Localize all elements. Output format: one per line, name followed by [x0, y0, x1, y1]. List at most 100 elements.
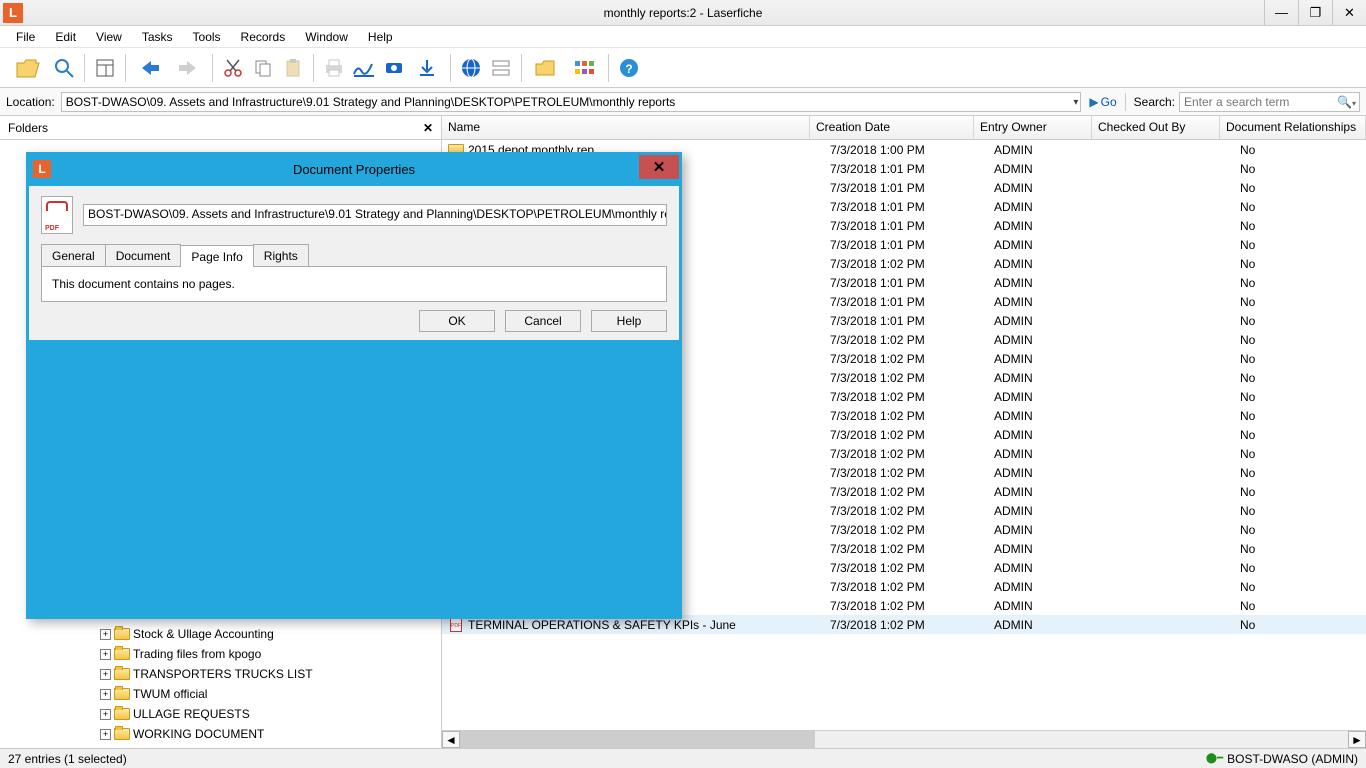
menu-view[interactable]: View: [86, 27, 132, 47]
cell-relationships: No: [1240, 485, 1366, 499]
cell-creation-date: 7/3/2018 1:01 PM: [830, 200, 994, 214]
cell-creation-date: 7/3/2018 1:00 PM: [830, 143, 994, 157]
print-button[interactable]: [320, 53, 348, 83]
minimize-button[interactable]: —: [1264, 0, 1298, 25]
menu-help[interactable]: Help: [358, 27, 403, 47]
expand-icon[interactable]: +: [100, 709, 111, 720]
paste-button[interactable]: [279, 53, 307, 83]
sidebar-item[interactable]: +WORKING DOCUMENT: [100, 724, 441, 744]
dialog-close-button[interactable]: ✕: [639, 155, 679, 179]
cut-button[interactable]: [219, 53, 247, 83]
location-path-input[interactable]: BOST-DWASO\09. Assets and Infrastructure…: [61, 92, 1082, 112]
details-pane-button[interactable]: [91, 53, 119, 83]
menu-records[interactable]: Records: [231, 27, 296, 47]
cancel-button[interactable]: Cancel: [505, 310, 581, 332]
search-icon[interactable]: 🔍▾: [1337, 95, 1356, 109]
search-input[interactable]: [1179, 92, 1360, 112]
cell-creation-date: 7/3/2018 1:01 PM: [830, 276, 994, 290]
dialog-tabs: GeneralDocumentPage InfoRights: [41, 244, 667, 267]
scan-button[interactable]: [380, 53, 408, 83]
column-creation-date[interactable]: Creation Date: [810, 116, 974, 139]
new-folder-button[interactable]: [528, 53, 564, 83]
sidebar-item[interactable]: +Stock & Ullage Accounting: [100, 624, 441, 644]
cell-relationships: No: [1240, 523, 1366, 537]
status-server: ⬤━ BOST-DWASO (ADMIN): [1206, 752, 1358, 766]
help-button[interactable]: ?: [615, 53, 643, 83]
open-folder-button[interactable]: [8, 53, 48, 83]
cell-creation-date: 7/3/2018 1:01 PM: [830, 238, 994, 252]
sidebar-item[interactable]: + ULLAGE REQUESTS: [100, 704, 441, 724]
cell-owner: ADMIN: [994, 143, 1112, 157]
folder-icon: [114, 668, 130, 680]
cell-owner: ADMIN: [994, 238, 1112, 252]
menu-edit[interactable]: Edit: [45, 27, 86, 47]
expand-icon[interactable]: +: [100, 689, 111, 700]
cell-creation-date: 7/3/2018 1:02 PM: [830, 485, 994, 499]
import-button[interactable]: [410, 53, 444, 83]
copy-button[interactable]: [249, 53, 277, 83]
close-folders-pane-button[interactable]: ✕: [423, 121, 433, 135]
forward-button[interactable]: [170, 53, 206, 83]
expand-icon[interactable]: +: [100, 649, 111, 660]
cell-owner: ADMIN: [994, 466, 1112, 480]
tab-page-info[interactable]: Page Info: [180, 245, 253, 267]
cell-creation-date: 7/3/2018 1:01 PM: [830, 162, 994, 176]
go-button[interactable]: ▶Go: [1089, 95, 1116, 109]
global-button[interactable]: [457, 53, 485, 83]
close-button[interactable]: ✕: [1332, 0, 1366, 25]
column-entry-owner[interactable]: Entry Owner: [974, 116, 1092, 139]
column-name[interactable]: Name: [442, 116, 810, 139]
folder-label: ULLAGE REQUESTS: [133, 707, 250, 721]
cell-owner: ADMIN: [994, 314, 1112, 328]
scroll-left-button[interactable]: ◄: [442, 731, 460, 748]
scroll-right-button[interactable]: ►: [1348, 731, 1366, 748]
cell-creation-date: 7/3/2018 1:01 PM: [830, 295, 994, 309]
back-button[interactable]: [132, 53, 168, 83]
menu-file[interactable]: File: [6, 27, 45, 47]
toolbar: ?: [0, 48, 1366, 88]
cell-owner: ADMIN: [994, 618, 1112, 632]
folder-icon: [114, 728, 130, 740]
scrollbar-thumb[interactable]: [460, 731, 815, 748]
tab-rights[interactable]: Rights: [253, 244, 309, 266]
cell-relationships: No: [1240, 352, 1366, 366]
sidebar-item[interactable]: +TRANSPORTERS TRUCKS LIST: [100, 664, 441, 684]
status-entry-count: 27 entries (1 selected): [8, 752, 127, 766]
ok-button[interactable]: OK: [419, 310, 495, 332]
cell-owner: ADMIN: [994, 542, 1112, 556]
sign-button[interactable]: [350, 53, 378, 83]
cell-creation-date: 7/3/2018 1:02 PM: [830, 371, 994, 385]
cell-relationships: No: [1240, 200, 1366, 214]
cell-relationships: No: [1240, 542, 1366, 556]
cell-creation-date: 7/3/2018 1:02 PM: [830, 333, 994, 347]
search-button[interactable]: [50, 53, 78, 83]
cell-creation-date: 7/3/2018 1:01 PM: [830, 314, 994, 328]
menu-window[interactable]: Window: [295, 27, 358, 47]
expand-icon[interactable]: +: [100, 629, 111, 640]
dialog-document-path[interactable]: BOST-DWASO\09. Assets and Infrastructure…: [83, 204, 667, 226]
sidebar-item[interactable]: +Trading files from kpogo: [100, 644, 441, 664]
column-checked-out-by[interactable]: Checked Out By: [1092, 116, 1220, 139]
horizontal-scrollbar[interactable]: ◄ ►: [442, 730, 1366, 748]
tab-general[interactable]: General: [41, 244, 106, 266]
cell-creation-date: 7/3/2018 1:02 PM: [830, 599, 994, 613]
chevron-down-icon[interactable]: ▾: [1073, 94, 1078, 112]
help-dialog-button[interactable]: Help: [591, 310, 667, 332]
cell-relationships: No: [1240, 390, 1366, 404]
fields-button[interactable]: [487, 53, 515, 83]
expand-icon[interactable]: +: [100, 669, 111, 680]
cell-relationships: No: [1240, 428, 1366, 442]
cell-creation-date: 7/3/2018 1:02 PM: [830, 466, 994, 480]
tab-document[interactable]: Document: [105, 244, 182, 266]
sidebar-item[interactable]: +TWUM official: [100, 684, 441, 704]
cell-owner: ADMIN: [994, 447, 1112, 461]
play-icon: ▶: [1089, 95, 1098, 109]
location-bar: Location: BOST-DWASO\09. Assets and Infr…: [0, 88, 1366, 116]
maximize-button[interactable]: ❐: [1298, 0, 1332, 25]
view-options-button[interactable]: [566, 53, 602, 83]
menu-tasks[interactable]: Tasks: [132, 27, 183, 47]
expand-icon[interactable]: +: [100, 729, 111, 740]
menu-tools[interactable]: Tools: [183, 27, 231, 47]
column-doc-relationships[interactable]: Document Relationships: [1220, 116, 1366, 139]
cell-creation-date: 7/3/2018 1:02 PM: [830, 504, 994, 518]
